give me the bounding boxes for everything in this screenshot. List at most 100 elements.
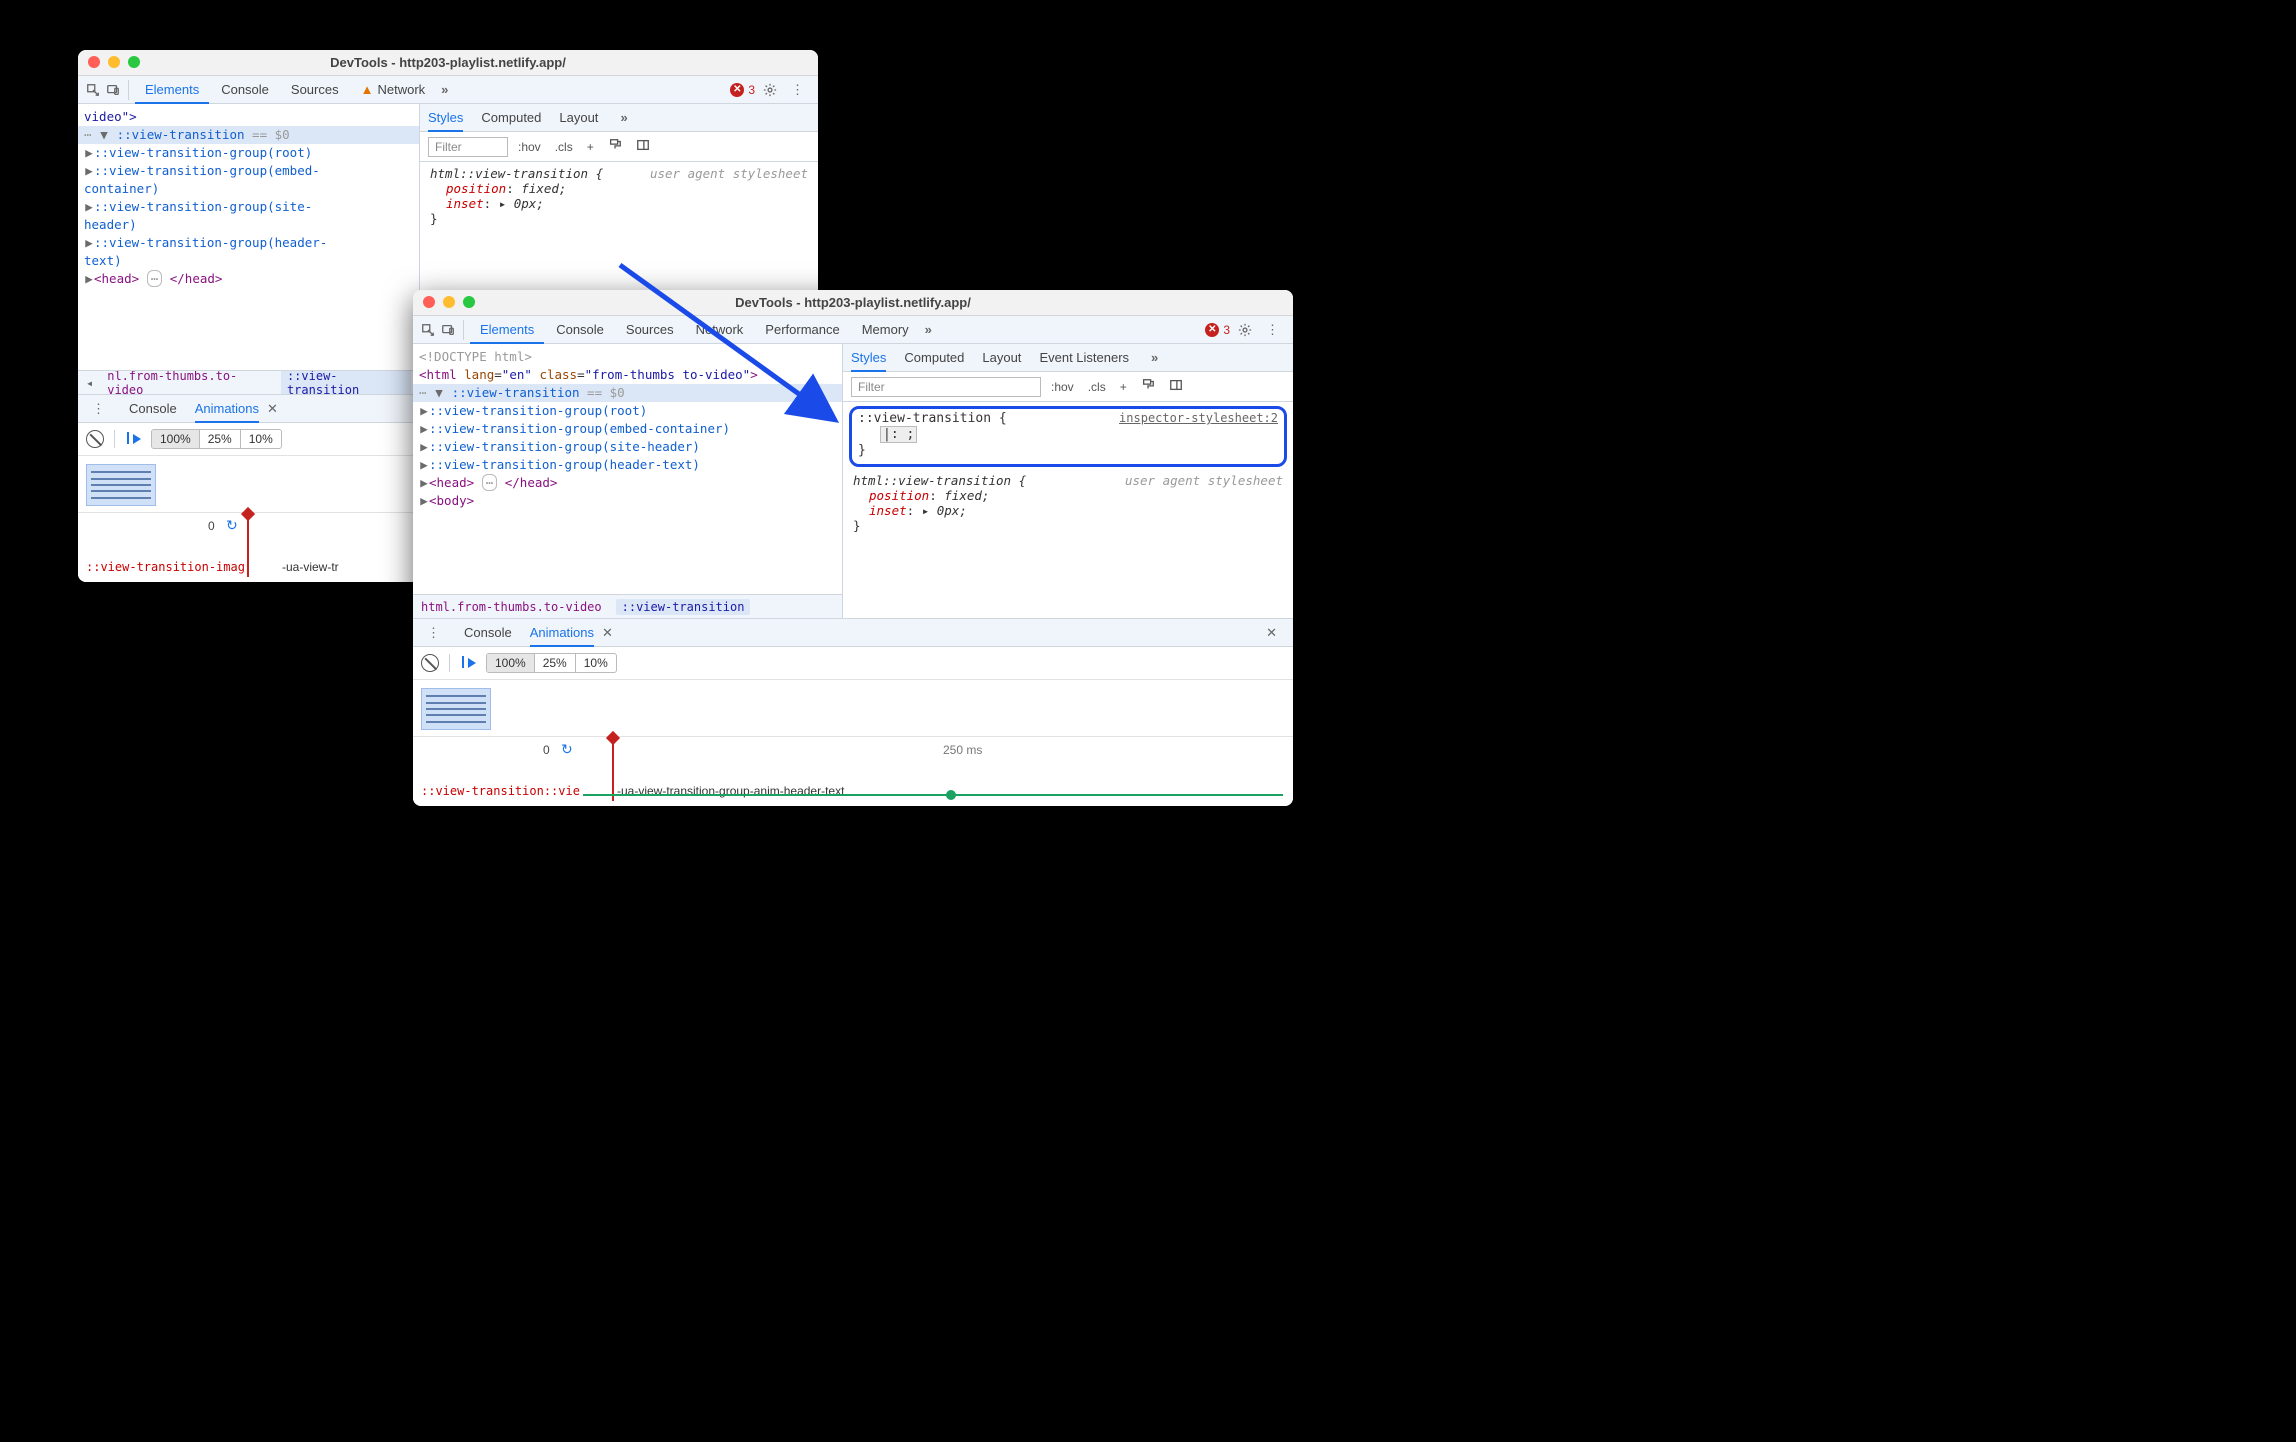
expand-arrow-icon[interactable]: ▶ <box>419 402 429 420</box>
hov-toggle[interactable]: :hov <box>1047 380 1078 394</box>
error-count-badge[interactable]: ✕3 <box>730 83 755 97</box>
dom-node[interactable]: ▶::view-transition-group(root) <box>78 144 419 162</box>
clear-icon[interactable] <box>421 654 439 672</box>
rule-editing-input[interactable]: |: ; <box>880 426 917 443</box>
tab-elements[interactable]: Elements <box>135 76 209 104</box>
prop-value[interactable]: fixed; <box>521 181 566 196</box>
subtab-styles[interactable]: Styles <box>851 344 886 372</box>
dom-node-html[interactable]: <html lang="en" class="from-thumbs to-vi… <box>413 366 842 384</box>
drawer-tab-close-icon[interactable]: ✕ <box>267 401 278 417</box>
subtab-styles[interactable]: Styles <box>428 104 463 132</box>
speed-25[interactable]: 25% <box>535 654 576 672</box>
drawer-menu-icon[interactable]: ⋮ <box>421 625 446 641</box>
prop-name[interactable]: position <box>869 488 929 503</box>
subtab-layout[interactable]: Layout <box>982 350 1021 365</box>
tab-network[interactable]: ▲Network <box>351 76 436 104</box>
animation-thumb[interactable] <box>421 688 491 730</box>
breadcrumb-back-icon[interactable]: ◂ <box>86 376 93 390</box>
cls-toggle[interactable]: .cls <box>551 140 577 154</box>
subtabs-overflow-icon[interactable]: » <box>1147 350 1162 365</box>
pause-play-icon[interactable] <box>460 656 476 671</box>
tab-memory[interactable]: Memory <box>852 316 919 344</box>
maximize-dot-icon[interactable] <box>463 296 475 308</box>
prop-name[interactable]: position <box>446 181 506 196</box>
titlebar[interactable]: DevTools - http203-playlist.netlify.app/ <box>413 290 1293 316</box>
css-rule[interactable]: user agent stylesheet html::view-transit… <box>420 162 818 230</box>
dom-node[interactable]: ▶::view-transition-group(site-header) <box>413 438 842 456</box>
track-bar[interactable] <box>583 794 1283 796</box>
animation-thumb[interactable] <box>86 464 156 506</box>
ellipsis-icon[interactable]: ⋯ <box>147 270 163 287</box>
expand-arrow-icon[interactable]: ▶ <box>84 144 94 162</box>
expand-arrow-icon[interactable]: ▶ <box>419 456 429 474</box>
speed-10[interactable]: 10% <box>576 654 616 672</box>
dom-node-selected[interactable]: ⋯ ▼ ::view-transition == $0 <box>413 384 842 402</box>
settings-gear-icon[interactable] <box>1232 323 1258 337</box>
breadcrumb[interactable]: html.from-thumbs.to-video ::view-transit… <box>413 594 842 618</box>
tab-sources[interactable]: Sources <box>281 76 349 104</box>
drawer-menu-icon[interactable]: ⋮ <box>86 401 111 417</box>
drawer-tab-console[interactable]: Console <box>129 401 177 416</box>
dom-node-selected[interactable]: ⋯ ▼ ::view-transition == $0 <box>78 126 419 144</box>
prop-name[interactable]: inset <box>869 503 907 518</box>
expand-arrow-icon[interactable]: ▶ <box>84 234 94 252</box>
drawer-tab-console[interactable]: Console <box>464 625 512 640</box>
timeline-refresh-icon[interactable]: ↻ <box>561 741 573 758</box>
dom-node-head[interactable]: ▶<head> ⋯ </head> <box>78 270 419 288</box>
breadcrumb-item[interactable]: html.from-thumbs.to-video <box>421 600 602 614</box>
minimize-dot-icon[interactable] <box>108 56 120 68</box>
device-toggle-icon[interactable] <box>104 76 122 104</box>
dom-node-body[interactable]: ▶<body> <box>413 492 842 510</box>
error-count-badge[interactable]: ✕3 <box>1205 323 1230 337</box>
settings-gear-icon[interactable] <box>757 83 783 97</box>
ellipsis-icon[interactable]: ⋯ <box>482 474 498 491</box>
inspect-icon[interactable] <box>84 76 102 104</box>
subtab-layout[interactable]: Layout <box>559 110 598 125</box>
drawer-tab-animations[interactable]: Animations <box>195 395 259 423</box>
drawer-tab-animations[interactable]: Animations <box>530 619 594 647</box>
hov-toggle[interactable]: :hov <box>514 140 545 154</box>
subtab-computed[interactable]: Computed <box>904 350 964 365</box>
speed-25[interactable]: 25% <box>200 430 241 448</box>
expand-arrow-icon[interactable]: ▶ <box>419 438 429 456</box>
tabs-overflow-icon[interactable]: » <box>437 82 452 97</box>
paint-icon[interactable] <box>604 138 626 155</box>
track-keyframe-dot[interactable] <box>946 790 956 800</box>
sidebar-toggle-icon[interactable] <box>632 138 654 155</box>
tab-network[interactable]: Network <box>686 316 754 344</box>
animations-timeline[interactable]: 0 ↻ 250 ms ::view-transition::vie -ua-vi… <box>413 736 1293 806</box>
expand-arrow-icon[interactable]: ▶ <box>419 492 429 510</box>
dom-node[interactable]: ▶::view-transition-group(site- <box>78 198 419 216</box>
speed-10[interactable]: 10% <box>241 430 281 448</box>
dom-node[interactable]: ▶::view-transition-group(header-text) <box>413 456 842 474</box>
paint-icon[interactable] <box>1137 378 1159 395</box>
breadcrumb-item-selected[interactable]: ::view-transition <box>281 370 411 394</box>
prop-value[interactable]: ▸ 0px; <box>499 196 544 211</box>
close-dot-icon[interactable] <box>423 296 435 308</box>
maximize-dot-icon[interactable] <box>128 56 140 68</box>
breadcrumb[interactable]: ◂ nl.from-thumbs.to-video ::view-transit… <box>78 370 419 394</box>
expand-arrow-icon[interactable]: ▶ <box>84 270 94 288</box>
dom-tree[interactable]: video"> ⋯ ▼ ::view-transition == $0 ▶::v… <box>78 104 419 370</box>
new-rule-button[interactable]: + <box>583 140 598 154</box>
breadcrumb-item-selected[interactable]: ::view-transition <box>616 599 751 615</box>
drawer-close-icon[interactable]: ✕ <box>1258 625 1285 641</box>
stylesheet-source-link[interactable]: inspector-stylesheet:2 <box>1119 411 1278 425</box>
inspect-icon[interactable] <box>419 316 437 344</box>
more-menu-icon[interactable]: ⋮ <box>1260 322 1287 338</box>
css-rule[interactable]: user agent stylesheet html::view-transit… <box>843 469 1293 537</box>
pause-play-icon[interactable] <box>125 432 141 447</box>
subtab-computed[interactable]: Computed <box>481 110 541 125</box>
expand-arrow-icon[interactable]: ▶ <box>419 474 429 492</box>
tab-console[interactable]: Console <box>211 76 279 104</box>
tab-performance[interactable]: Performance <box>755 316 849 344</box>
expand-arrow-icon[interactable]: ▼ <box>99 126 109 144</box>
expand-arrow-icon[interactable]: ▶ <box>84 198 94 216</box>
prop-name[interactable]: inset <box>446 196 484 211</box>
expand-arrow-icon[interactable]: ▶ <box>419 420 429 438</box>
speed-100[interactable]: 100% <box>152 430 200 448</box>
dom-node[interactable]: ▶::view-transition-group(embed- <box>78 162 419 180</box>
clear-icon[interactable] <box>86 430 104 448</box>
tab-sources[interactable]: Sources <box>616 316 684 344</box>
dom-node[interactable]: ▶::view-transition-group(embed-container… <box>413 420 842 438</box>
